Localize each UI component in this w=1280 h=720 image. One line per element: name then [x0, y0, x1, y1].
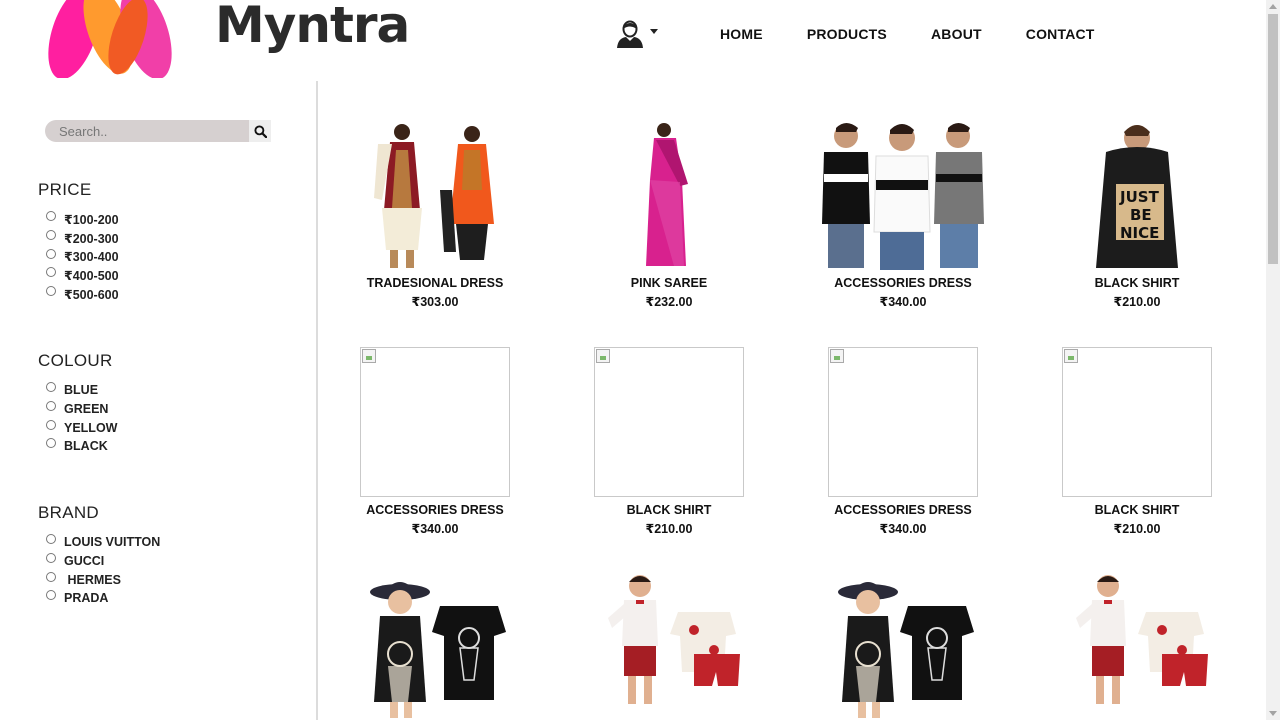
- radio-button[interactable]: [46, 230, 56, 241]
- product-name[interactable]: ACCESSORIES DRESS: [808, 276, 998, 290]
- product-name[interactable]: TRADESIONAL DRESS: [340, 276, 530, 290]
- product-name[interactable]: PINK SAREE: [574, 276, 764, 290]
- price-option[interactable]: ₹500-600: [38, 285, 119, 304]
- colour-option[interactable]: BLACK: [38, 437, 117, 456]
- product-name[interactable]: BLACK SHIRT: [574, 503, 764, 517]
- radio-button[interactable]: [46, 553, 56, 564]
- svg-text:BE: BE: [1130, 206, 1152, 224]
- nav-about[interactable]: ABOUT: [909, 26, 1004, 42]
- product-image-broken[interactable]: [1062, 347, 1212, 497]
- product-image-girl-dress[interactable]: [360, 572, 510, 720]
- product-price: ₹232.00: [645, 295, 693, 309]
- main-nav: HOME PRODUCTS ABOUT CONTACT: [698, 26, 1117, 42]
- nav-products[interactable]: PRODUCTS: [785, 26, 909, 42]
- radio-button[interactable]: [46, 571, 56, 582]
- search-icon: [253, 124, 267, 138]
- scroll-up-icon[interactable]: [1269, 4, 1277, 9]
- brand-option[interactable]: GUCCI: [38, 552, 160, 571]
- product-image-broken[interactable]: [360, 347, 510, 497]
- radio-button[interactable]: [46, 534, 56, 545]
- myntra-logo-icon[interactable]: [46, 0, 206, 78]
- radio-button[interactable]: [46, 286, 56, 297]
- search-button[interactable]: [249, 120, 271, 142]
- brand-filter-title: BRAND: [38, 503, 100, 522]
- colour-option[interactable]: YELLOW: [38, 418, 117, 437]
- sidebar-divider: [316, 81, 318, 720]
- nav-home[interactable]: HOME: [698, 26, 785, 42]
- colour-option[interactable]: BLUE: [38, 381, 117, 400]
- product-name[interactable]: BLACK SHIRT: [1042, 503, 1232, 517]
- brand-option[interactable]: HERMES: [38, 570, 160, 589]
- broken-image-icon: [362, 349, 376, 363]
- user-account-dropdown[interactable]: [616, 20, 658, 48]
- price-option[interactable]: ₹400-500: [38, 266, 119, 285]
- price-option[interactable]: ₹200-300: [38, 229, 119, 248]
- radio-button[interactable]: [46, 248, 56, 259]
- product-card[interactable]: ACCESSORIES DRESS ₹340.00: [340, 347, 530, 536]
- broken-image-icon: [596, 349, 610, 363]
- product-price: ₹210.00: [645, 522, 693, 536]
- search-input[interactable]: [45, 120, 249, 142]
- broken-image-icon: [830, 349, 844, 363]
- brand-filter: BRAND LOUIS VUITTON GUCCI HERMES PRADA: [38, 503, 160, 608]
- product-image-broken[interactable]: [828, 347, 978, 497]
- product-card[interactable]: JUST BE NICE BLACK SHIRT ₹210.00: [1042, 120, 1232, 309]
- product-price: ₹340.00: [879, 522, 927, 536]
- product-name[interactable]: ACCESSORIES DRESS: [340, 503, 530, 517]
- site-header: Myntra HOME PRODUCTS ABOUT CONTACT: [0, 0, 1266, 82]
- brand-option[interactable]: PRADA: [38, 589, 160, 608]
- price-filter: PRICE ₹100-200 ₹200-300 ₹300-400 ₹400-50…: [38, 180, 119, 303]
- price-filter-title: PRICE: [38, 180, 92, 199]
- colour-filter: COLOUR BLUE GREEN YELLOW BLACK: [38, 351, 117, 456]
- product-name[interactable]: ACCESSORIES DRESS: [808, 503, 998, 517]
- radio-button[interactable]: [46, 438, 56, 449]
- price-option[interactable]: ₹300-400: [38, 247, 119, 266]
- scroll-down-icon[interactable]: [1269, 711, 1277, 716]
- radio-button[interactable]: [46, 211, 56, 222]
- product-card[interactable]: [340, 572, 530, 720]
- search-bar: [45, 120, 271, 142]
- nav-contact[interactable]: CONTACT: [1004, 26, 1117, 42]
- radio-button[interactable]: [46, 419, 56, 430]
- product-card[interactable]: ACCESSORIES DRESS ₹340.00: [808, 120, 998, 309]
- page-scrollbar[interactable]: [1266, 0, 1280, 720]
- product-card[interactable]: [1042, 572, 1232, 720]
- product-price: ₹210.00: [1113, 522, 1161, 536]
- product-image-black-hoodie[interactable]: JUST BE NICE: [1062, 120, 1212, 270]
- product-price: ₹340.00: [411, 522, 459, 536]
- product-card[interactable]: TRADESIONAL DRESS ₹303.00: [340, 120, 530, 309]
- product-image-girl-dress[interactable]: [828, 572, 978, 720]
- svg-text:NICE: NICE: [1120, 224, 1159, 242]
- radio-button[interactable]: [46, 267, 56, 278]
- price-option[interactable]: ₹100-200: [38, 210, 119, 229]
- product-card[interactable]: BLACK SHIRT ₹210.00: [1042, 347, 1232, 536]
- product-card[interactable]: [808, 572, 998, 720]
- brand-option[interactable]: LOUIS VUITTON: [38, 533, 160, 552]
- product-price: ₹210.00: [1113, 295, 1161, 309]
- product-image-broken[interactable]: [594, 347, 744, 497]
- product-card[interactable]: ACCESSORIES DRESS ₹340.00: [808, 347, 998, 536]
- scrollbar-thumb[interactable]: [1268, 14, 1278, 264]
- brand-name[interactable]: Myntra: [215, 0, 410, 54]
- svg-text:JUST: JUST: [1119, 188, 1160, 206]
- broken-image-icon: [1064, 349, 1078, 363]
- product-price: ₹303.00: [411, 295, 459, 309]
- product-name[interactable]: BLACK SHIRT: [1042, 276, 1232, 290]
- product-card[interactable]: [574, 572, 764, 720]
- product-price: ₹340.00: [879, 295, 927, 309]
- colour-option[interactable]: GREEN: [38, 400, 117, 419]
- product-image-three-tshirts[interactable]: [822, 120, 984, 270]
- product-image-boy-outfit[interactable]: [1062, 572, 1212, 720]
- radio-button[interactable]: [46, 590, 56, 601]
- colour-filter-title: COLOUR: [38, 351, 113, 370]
- radio-button[interactable]: [46, 382, 56, 393]
- user-avatar-icon: [617, 20, 643, 48]
- radio-button[interactable]: [46, 401, 56, 412]
- chevron-down-icon: [650, 28, 658, 34]
- product-image-traditional-dress[interactable]: [360, 120, 510, 270]
- product-card[interactable]: BLACK SHIRT ₹210.00: [574, 347, 764, 536]
- product-card[interactable]: PINK SAREE ₹232.00: [574, 120, 764, 309]
- product-image-pink-saree[interactable]: [594, 120, 744, 270]
- product-image-boy-outfit[interactable]: [594, 572, 744, 720]
